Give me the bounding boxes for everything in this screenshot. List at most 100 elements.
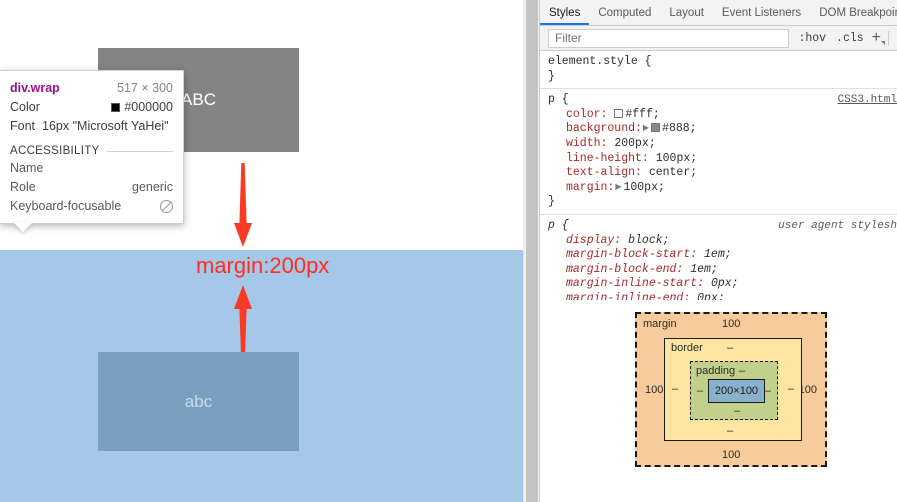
expand-triangle-icon[interactable]: ▶ (643, 122, 649, 137)
declaration-text-align[interactable]: text-align: center; (548, 166, 897, 181)
declaration-value-text: center; (648, 166, 698, 180)
declaration-margin-inline-start: margin-inline-start: 0px; (548, 277, 897, 292)
box-model-border-top-value[interactable]: – (727, 342, 733, 354)
box-model-padding-right-value[interactable]: – (765, 385, 771, 397)
declaration-property: line-height: (566, 151, 649, 165)
declaration-value-text: #fff; (625, 107, 660, 121)
declaration-property: margin-inline-start: (566, 277, 705, 291)
declaration-value: #fff; (614, 108, 660, 121)
rule-header: p { CSS3.html (548, 93, 897, 108)
style-rule-element-style: element.style { } (540, 51, 897, 90)
box-model-margin-label: margin (643, 318, 677, 330)
hov-toggle-button[interactable]: :hov (793, 32, 831, 45)
declaration-background[interactable]: background:▶ #888; (548, 122, 897, 137)
declaration-width[interactable]: width: 200px; (548, 137, 897, 152)
box-model-margin-left-value[interactable]: 100 (645, 384, 663, 396)
dark-blue-box-label: abc (184, 392, 213, 411)
declaration-property: background: (566, 122, 642, 136)
inspector-color-value-group: #000000 (111, 98, 173, 117)
rule-header: element.style { (548, 55, 897, 70)
not-allowed-icon (160, 200, 173, 213)
color-swatch-icon (111, 103, 121, 112)
a11y-keyboard-label: Keyboard-focusable (10, 199, 122, 213)
tab-event-listeners[interactable]: Event Listeners (713, 0, 810, 25)
devtools-tabbar: Styles Computed Layout Event Listeners D… (540, 0, 897, 26)
box-model-margin-bottom-value[interactable]: 100 (722, 449, 740, 461)
accessibility-row-keyboard-focusable: Keyboard-focusable (10, 197, 173, 216)
declaration-color[interactable]: color: #fff; (548, 108, 897, 123)
box-model-border-layer[interactable]: border – – – – padding – – – – 200×100 (664, 338, 802, 441)
declaration-property: color: (566, 107, 608, 121)
box-model-margin-layer[interactable]: margin 100 100 100 100 border – – – – pa… (635, 312, 827, 467)
box-model-border-label: border (671, 342, 703, 354)
page-scrollbar[interactable] (523, 0, 539, 502)
declaration-value-text: 100px; (623, 180, 665, 194)
rule-selector[interactable]: p { (548, 93, 569, 108)
box-model-padding-bottom-value[interactable]: – (734, 405, 740, 417)
inspector-selector-row: div.wrap 517 × 300 (10, 79, 173, 98)
declaration-margin-block-end: margin-block-end: 1em; (548, 263, 897, 278)
declaration-value-text: 1em; (704, 248, 732, 262)
box-model-margin-top-value[interactable]: 100 (722, 318, 740, 330)
accessibility-section-header: ACCESSIBILITY (10, 145, 173, 157)
inspector-selector-tag: div (10, 81, 28, 95)
inspector-selector-class: .wrap (27, 81, 60, 95)
rule-header: p { user agent stylesh (548, 219, 897, 234)
accessibility-divider (106, 150, 173, 152)
tab-dom-breakpoints[interactable]: DOM Breakpoints (810, 0, 897, 25)
styles-filter-input[interactable] (548, 28, 790, 48)
inspector-color-row: Color #000000 (10, 98, 173, 117)
inspector-font-row: Font 16px "Microsoft YaHei" (10, 117, 173, 136)
declaration-property: display: (566, 233, 622, 247)
tab-computed[interactable]: Computed (589, 0, 660, 25)
rule-closing-brace: } (548, 69, 555, 83)
declaration-display: display: block; (548, 234, 897, 249)
box-model-padding-top-value[interactable]: – (739, 365, 745, 377)
declaration-value-text: #888; (662, 122, 697, 136)
declaration-value-text: block; (628, 233, 670, 247)
box-model-content-layer[interactable]: 200×100 (708, 379, 765, 403)
box-model-border-left-value[interactable]: – (672, 383, 678, 395)
declaration-margin-block-start: margin-block-start: 1em; (548, 248, 897, 263)
margin-annotation-label: margin:200px (196, 253, 330, 278)
dark-blue-paragraph-box: abc (98, 352, 299, 451)
declaration-property: margin-block-start: (566, 248, 698, 262)
box-model-padding-left-value[interactable]: – (697, 385, 703, 397)
expand-triangle-icon[interactable]: ▶ (615, 181, 621, 196)
accessibility-row-name: Name (10, 159, 173, 178)
box-model-border-bottom-value[interactable]: – (727, 425, 733, 437)
declaration-value-text: 100px; (655, 151, 698, 165)
declaration-margin[interactable]: margin:▶ 100px; (548, 181, 897, 196)
inspector-font-value: 16px "Microsoft YaHei" (42, 119, 169, 133)
gray-box-label: ABC (181, 90, 216, 109)
declaration-value-text: 0px; (710, 277, 739, 291)
new-style-rule-button[interactable]: + (869, 30, 886, 46)
box-model-padding-layer[interactable]: padding – – – – 200×100 (690, 361, 778, 420)
element-inspector-tooltip: div.wrap 517 × 300 Color #000000 Font 16p… (0, 70, 184, 232)
declaration-line-height[interactable]: line-height: 100px; (548, 152, 897, 167)
rule-selector[interactable]: element.style { (548, 55, 652, 70)
declaration-value: #888; (651, 122, 697, 135)
inspector-font-label: Font (10, 119, 36, 133)
box-model-diagram: margin 100 100 100 100 border – – – – pa… (540, 300, 897, 502)
color-swatch-icon[interactable] (614, 108, 624, 118)
rule-source-link[interactable]: CSS3.html (838, 93, 897, 108)
declaration-value-text: 200px; (614, 136, 656, 150)
rule-closing-brace: } (548, 195, 555, 209)
rule-source-label: user agent stylesh (778, 219, 897, 232)
box-model-border-right-value[interactable]: – (788, 383, 794, 395)
inspector-dimensions: 517 × 300 (117, 81, 173, 95)
style-rule-p-author: p { CSS3.html color: #fff; background:▶ #… (540, 89, 897, 215)
declaration-property: text-align: (566, 166, 642, 180)
color-swatch-icon[interactable] (651, 123, 661, 133)
page-scrollbar-thumb[interactable] (526, 0, 538, 502)
cls-toggle-button[interactable]: .cls (831, 32, 869, 45)
box-model-padding-label: padding (696, 365, 736, 377)
a11y-role-label: Role (10, 180, 36, 194)
devtools-panel: Styles Computed Layout Event Listeners D… (539, 0, 897, 502)
rendered-page-pane: ABC margin:200px abc div.wrap 517 × 300 … (0, 0, 523, 502)
tab-layout[interactable]: Layout (660, 0, 713, 25)
accessibility-title: ACCESSIBILITY (10, 145, 100, 157)
tab-styles[interactable]: Styles (540, 0, 589, 25)
box-model-content-size: 200×100 (714, 385, 759, 397)
